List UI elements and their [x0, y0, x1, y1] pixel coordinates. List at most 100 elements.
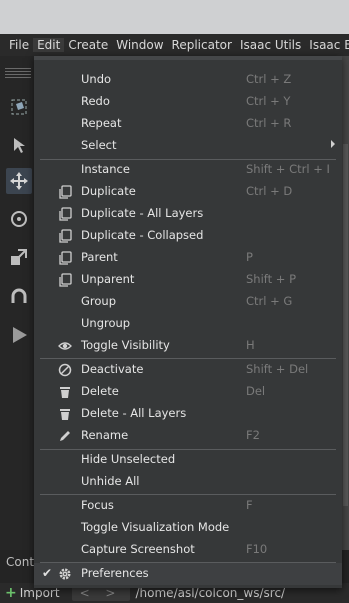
deactivate-shortcut: Shift + Del — [246, 362, 309, 376]
menu-item-group[interactable]: Group Ctrl + G — [34, 291, 342, 313]
scale-tool[interactable] — [6, 244, 32, 270]
menu-item-toggle-visualization-mode[interactable]: Toggle Visualization Mode — [34, 517, 342, 539]
path-field[interactable]: /home/asl/colcon_ws/src/ — [136, 586, 286, 600]
focus-shortcut: F — [246, 498, 253, 512]
rename-label: Rename — [81, 428, 129, 442]
menu-bar: File Edit Create Window Replicator Isaac… — [0, 34, 349, 56]
toolbar-grip[interactable] — [5, 68, 31, 80]
checkmark-icon: ✔ — [42, 566, 53, 580]
undo-shortcut: Ctrl + Z — [246, 72, 292, 86]
select-mode-tool[interactable] — [6, 94, 32, 120]
pointer-icon — [14, 138, 25, 153]
menu-edit[interactable]: Edit — [33, 38, 65, 52]
menu-item-focus[interactable]: Focus F — [34, 495, 342, 517]
toggle-visibility-shortcut: H — [246, 338, 255, 352]
trash-icon — [60, 409, 70, 420]
delete-label: Delete — [81, 384, 119, 398]
select-tool[interactable] — [6, 132, 32, 158]
menu-isaac-utils[interactable]: Isaac Utils — [236, 38, 305, 52]
copy-icon — [59, 229, 72, 243]
pencil-icon — [60, 431, 70, 441]
import-label: Import — [19, 586, 60, 600]
preferences-label: Preferences — [81, 566, 149, 580]
duplicate-shortcut: Ctrl + D — [246, 184, 293, 198]
menu-top-border — [34, 56, 342, 60]
parent-label: Parent — [81, 250, 118, 264]
unhide-all-label: Unhide All — [81, 474, 140, 488]
toggle-visibility-label: Toggle Visibility — [81, 338, 170, 352]
edit-menu: Undo Ctrl + Z Redo Ctrl + Y Repeat Ctrl … — [34, 56, 342, 588]
menu-create[interactable]: Create — [64, 38, 112, 52]
menu-item-preferences[interactable]: ✔ Preferences — [34, 563, 342, 585]
menu-item-unhide-all[interactable]: Unhide All — [34, 471, 342, 493]
capture-screenshot-label: Capture Screenshot — [81, 542, 195, 556]
unparent-shortcut: Shift + P — [246, 272, 297, 286]
select-label: Select — [81, 138, 117, 152]
instance-label: Instance — [81, 162, 130, 176]
menu-item-parent[interactable]: Parent P — [34, 247, 342, 269]
eye-icon — [58, 342, 72, 350]
menu-item-rename[interactable]: Rename F2 — [34, 425, 342, 447]
copy-icon — [59, 207, 72, 221]
menu-item-toggle-visibility[interactable]: Toggle Visibility H — [34, 335, 342, 357]
copy-icon — [59, 273, 72, 287]
menu-item-select[interactable]: Select — [34, 135, 342, 157]
viewport-toolbar — [0, 56, 37, 550]
menu-item-repeat[interactable]: Repeat Ctrl + R — [34, 113, 342, 135]
menu-item-capture-screenshot[interactable]: Capture Screenshot F10 — [34, 539, 342, 561]
repeat-shortcut: Ctrl + R — [246, 116, 292, 130]
undo-label: Undo — [81, 72, 112, 86]
instance-shortcut: Shift + Ctrl + I — [246, 162, 330, 176]
magnet-icon — [11, 288, 27, 303]
menu-item-ungroup[interactable]: Ungroup — [34, 313, 342, 335]
menu-item-instance[interactable]: Instance Shift + Ctrl + I — [34, 159, 342, 181]
menu-isaac-examples[interactable]: Isaac Exam — [305, 38, 349, 52]
rotate-icon — [11, 211, 27, 227]
submenu-arrow-icon — [331, 140, 335, 148]
right-scrollbar[interactable] — [343, 144, 348, 506]
menu-item-redo[interactable]: Redo Ctrl + Y — [34, 91, 342, 113]
toggle-viz-mode-label: Toggle Visualization Mode — [81, 520, 230, 534]
plus-icon: + — [5, 585, 17, 601]
menu-item-duplicate[interactable]: Duplicate Ctrl + D — [34, 181, 342, 203]
redo-label: Redo — [81, 94, 110, 108]
delete-shortcut: Del — [246, 384, 266, 398]
move-tool[interactable] — [6, 168, 32, 194]
menu-item-delete[interactable]: Delete Del — [34, 381, 342, 403]
menu-item-duplicate-collapsed[interactable]: Duplicate - Collapsed — [34, 225, 342, 247]
parent-shortcut: P — [246, 250, 253, 264]
menu-item-delete-all-layers[interactable]: Delete - All Layers — [34, 403, 342, 425]
unparent-label: Unparent — [81, 272, 135, 286]
menu-file[interactable]: File — [0, 38, 33, 52]
menu-item-unparent[interactable]: Unparent Shift + P — [34, 269, 342, 291]
group-label: Group — [81, 294, 117, 308]
menu-replicator[interactable]: Replicator — [168, 38, 236, 52]
gear-icon — [59, 568, 71, 580]
snap-tool[interactable] — [6, 284, 32, 310]
menu-item-deactivate[interactable]: Deactivate Shift + Del — [34, 359, 342, 381]
trash-icon — [60, 387, 70, 398]
group-shortcut: Ctrl + G — [246, 294, 293, 308]
cube-select-icon — [11, 99, 27, 115]
menu-item-duplicate-all-layers[interactable]: Duplicate - All Layers — [34, 203, 342, 225]
play-tool[interactable] — [6, 322, 32, 348]
scale-icon — [11, 249, 27, 265]
ungroup-label: Ungroup — [81, 316, 131, 330]
right-panel-edge — [342, 56, 349, 550]
duplicate-all-layers-label: Duplicate - All Layers — [81, 206, 204, 220]
duplicate-collapsed-label: Duplicate - Collapsed — [81, 228, 204, 242]
play-icon — [13, 327, 27, 343]
capture-screenshot-shortcut: F10 — [246, 542, 268, 556]
redo-shortcut: Ctrl + Y — [246, 94, 291, 108]
delete-all-layers-label: Delete - All Layers — [81, 406, 187, 420]
menu-window[interactable]: Window — [112, 38, 167, 52]
rotate-tool[interactable] — [6, 206, 32, 232]
disabled-circle-icon — [58, 363, 72, 377]
hide-unselected-label: Hide Unselected — [81, 452, 176, 466]
repeat-label: Repeat — [81, 116, 122, 130]
duplicate-label: Duplicate — [81, 184, 136, 198]
desktop-strip — [0, 0, 349, 34]
menu-item-hide-unselected[interactable]: Hide Unselected — [34, 449, 342, 471]
rename-shortcut: F2 — [246, 428, 260, 442]
menu-item-undo[interactable]: Undo Ctrl + Z — [34, 69, 342, 91]
